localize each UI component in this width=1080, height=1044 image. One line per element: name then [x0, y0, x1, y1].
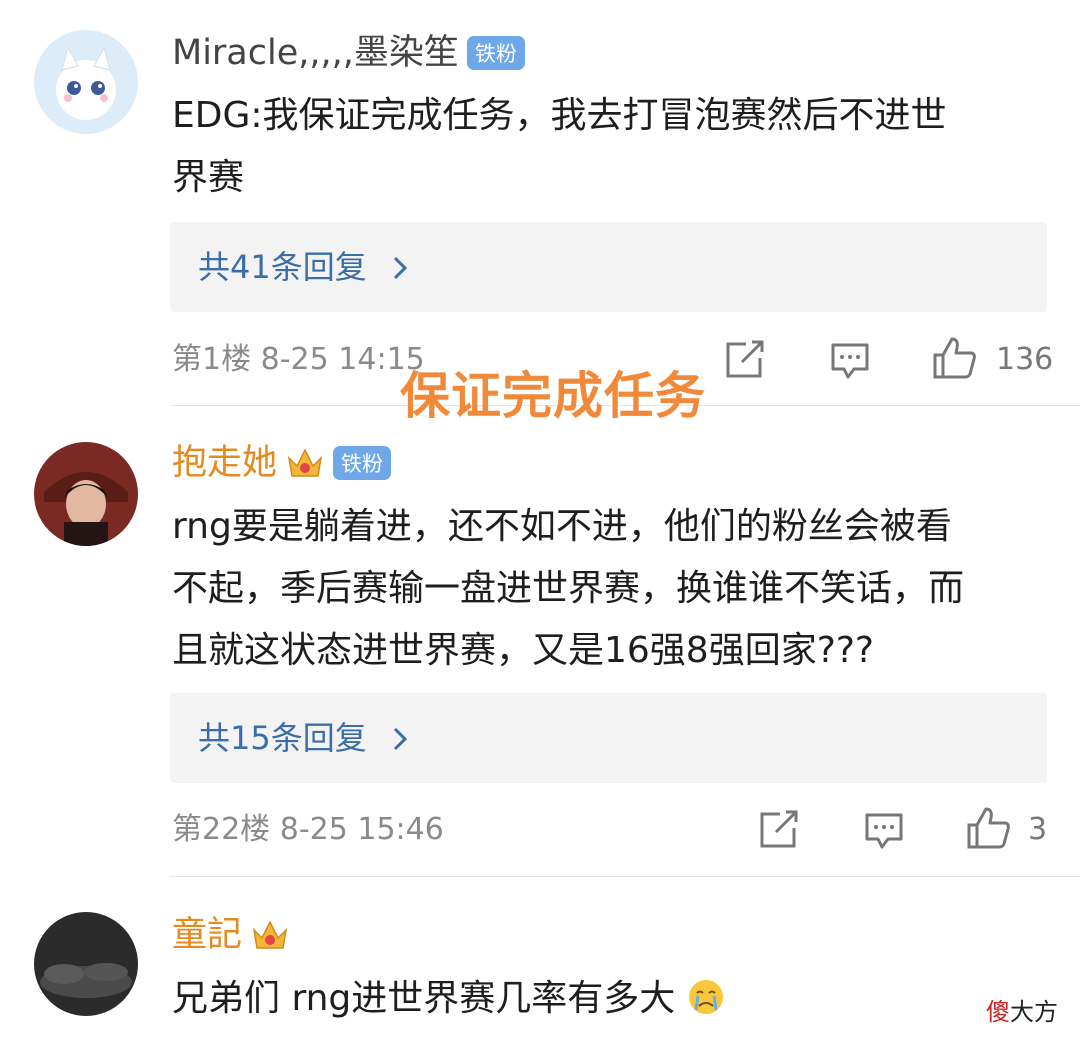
- comment-meta: 第1楼 8-25 14:15: [172, 340, 425, 380]
- divider: [170, 876, 1080, 877]
- watermark-accent: 傻: [986, 998, 1010, 1026]
- like-icon[interactable]: [932, 336, 978, 380]
- user-name-row: Miracle,,,,,墨染笙 铁粉: [172, 28, 525, 78]
- crying-emoji: [688, 980, 723, 1014]
- view-replies-button[interactable]: 共41条回复: [170, 222, 1047, 312]
- username[interactable]: 抱走她: [172, 445, 277, 481]
- comment-text-line: EDG:我保证完成任务，我去打冒泡赛然后不进世: [172, 95, 947, 136]
- comment-text: EDG:我保证完成任务，我去打冒泡赛然后不进世 界赛: [172, 85, 1052, 209]
- comment-text-line: 不起，季后赛输一盘进世界赛，换谁谁不笑话，而: [172, 568, 965, 609]
- like-count: 3: [1028, 812, 1048, 847]
- comment-meta: 第22楼 8-25 15:46: [172, 810, 444, 850]
- comment-text: rng要是躺着进，还不如不进，他们的粉丝会被看 不起，季后赛输一盘进世界赛，换谁…: [172, 496, 1052, 682]
- replies-label: 共41条回复: [198, 248, 367, 286]
- username[interactable]: Miracle,,,,,墨染笙: [172, 35, 459, 71]
- fan-badge: 铁粉: [333, 446, 392, 480]
- fan-badge: 铁粉: [466, 36, 525, 70]
- view-replies-button[interactable]: 共15条回复: [170, 693, 1047, 783]
- username[interactable]: 童記: [172, 917, 242, 953]
- crown-icon: [287, 448, 323, 477]
- like-count: 136: [996, 342, 1054, 377]
- crown-icon: [252, 920, 288, 949]
- user-name-row: 童記: [172, 910, 290, 960]
- watermark: 傻大方: [986, 992, 1058, 1027]
- avatar[interactable]: [34, 912, 138, 1016]
- comment-date: 8-25: [260, 342, 329, 377]
- comment-text: 兄弟们 rng进世界赛几率有多大: [172, 968, 1052, 1030]
- comment-icon[interactable]: [830, 342, 870, 380]
- share-icon[interactable]: [724, 340, 766, 380]
- chevron-right-icon: [393, 256, 408, 280]
- comment-text-line: 界赛: [172, 157, 245, 198]
- comment-icon[interactable]: [864, 812, 904, 850]
- floor-number: 第22楼: [172, 812, 271, 847]
- comment-text-line: 且就这状态进世界赛，又是16强8强回家???: [172, 630, 875, 671]
- chevron-right-icon: [393, 727, 408, 751]
- comment-time: 15:46: [357, 812, 444, 847]
- user-name-row: 抱走她 铁粉: [172, 438, 392, 488]
- replies-label: 共15条回复: [198, 719, 367, 757]
- comment-text-line: rng要是躺着进，还不如不进，他们的粉丝会被看: [172, 506, 952, 547]
- avatar[interactable]: [34, 30, 138, 134]
- like-icon[interactable]: [966, 806, 1012, 850]
- share-icon[interactable]: [758, 810, 800, 850]
- watermark-text: 大方: [1010, 998, 1058, 1026]
- floor-number: 第1楼: [172, 342, 252, 377]
- comment-text-line: 兄弟们 rng进世界赛几率有多大: [172, 978, 676, 1019]
- avatar[interactable]: [34, 442, 138, 546]
- overlay-caption: 保证完成任务: [400, 367, 706, 425]
- comment-date: 8-25: [279, 812, 348, 847]
